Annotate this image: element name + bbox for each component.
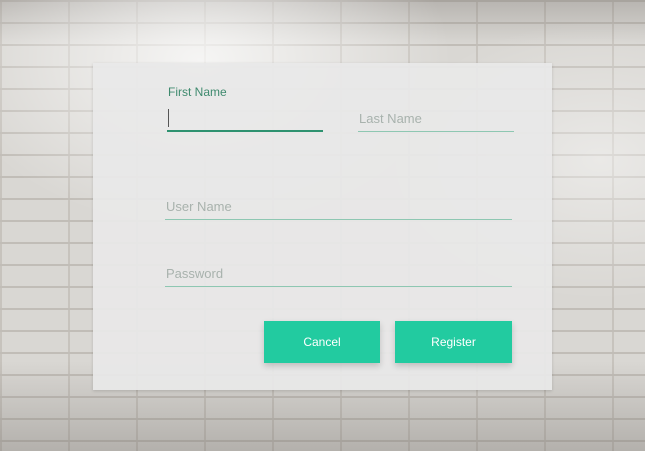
- last-name-field: [358, 107, 514, 135]
- cancel-button[interactable]: Cancel: [264, 321, 380, 363]
- register-button[interactable]: Register: [395, 321, 512, 363]
- first-name-label: First Name: [168, 85, 227, 99]
- password-field: [165, 263, 512, 289]
- last-name-underline: [358, 131, 514, 132]
- last-name-input[interactable]: [359, 109, 513, 127]
- user-name-input[interactable]: [166, 197, 511, 215]
- text-caret: [168, 109, 169, 127]
- password-input[interactable]: [166, 264, 511, 282]
- first-name-field: First Name: [167, 83, 323, 135]
- first-name-input[interactable]: [170, 109, 320, 127]
- registration-form-card: First Name Cancel Register: [93, 63, 552, 390]
- user-name-underline: [165, 219, 512, 220]
- password-underline: [165, 286, 512, 287]
- first-name-underline: [167, 130, 323, 132]
- user-name-field: [165, 196, 512, 222]
